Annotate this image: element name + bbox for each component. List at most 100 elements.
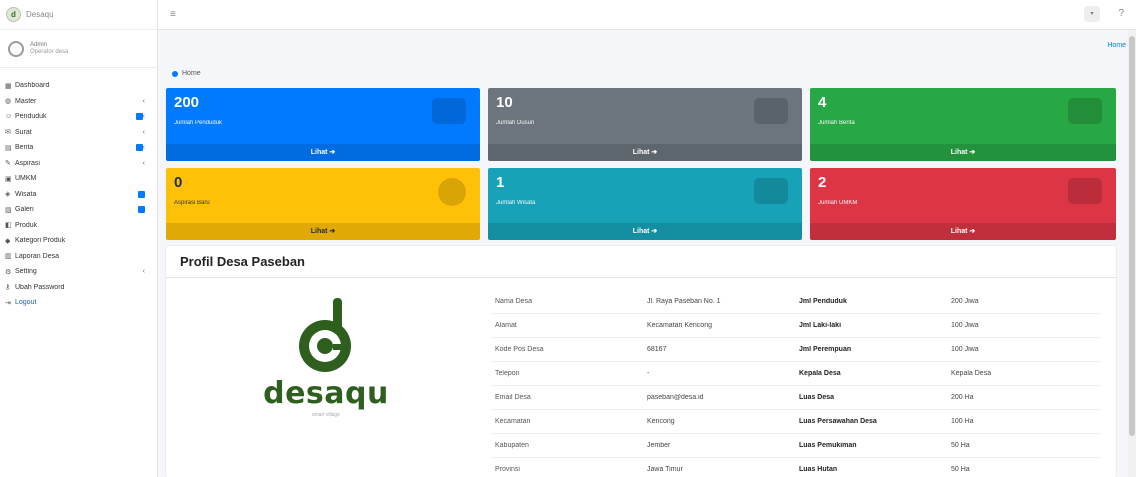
stat-more-label: Lihat xyxy=(632,228,650,235)
brand-logo-icon: d xyxy=(6,7,21,22)
users-icon xyxy=(432,98,466,124)
village-logo: desaqu smart village xyxy=(226,294,426,418)
stat-more-label: Lihat xyxy=(632,149,650,156)
key-icon: ⚷ xyxy=(5,284,11,292)
breadcrumb[interactable]: Home xyxy=(1107,42,1126,49)
stat-box-wisata: 1 Jumlah Wisata Lihat ➔ xyxy=(488,168,802,240)
stat-label: Aspirasi Baru xyxy=(174,200,210,206)
stat-value: 1 xyxy=(496,174,505,191)
info-value: 200 Jiwa xyxy=(951,298,979,305)
page-scrollbar[interactable] xyxy=(1128,30,1136,477)
stat-label: Jumlah UMKM xyxy=(818,200,858,206)
stat-more-link[interactable]: Lihat ➔ xyxy=(166,223,480,240)
topbar: ≡ ▾ ? xyxy=(158,0,1136,30)
alert-icon xyxy=(438,178,466,206)
sidebar-item-galeri[interactable]: ▨ Galeri xyxy=(0,202,157,218)
info-key: Jml Penduduk xyxy=(799,298,847,305)
sidebar-item-label: Setting xyxy=(15,268,37,276)
sidebar-item-laporan-desa[interactable]: ▥ Laporan Desa xyxy=(0,249,157,265)
info-value: 100 Ha xyxy=(951,418,974,425)
chevron-left-icon: ‹ xyxy=(142,113,145,121)
chevron-left-icon: ‹ xyxy=(142,128,145,136)
info-key: Luas Hutan xyxy=(799,466,838,473)
sidebar-item-setting[interactable]: ⚙ Setting ‹ xyxy=(0,264,157,280)
sidebar-item-logout[interactable]: ⇥ Logout xyxy=(0,295,157,311)
stat-more-link[interactable]: Lihat ➔ xyxy=(166,144,480,161)
info-value: 50 Ha xyxy=(951,466,970,473)
info-value: 200 Ha xyxy=(951,394,974,401)
sidebar-item-ubah-password[interactable]: ⚷ Ubah Password xyxy=(0,280,157,296)
stat-more-link[interactable]: Lihat ➔ xyxy=(810,223,1116,240)
user-menu-icon[interactable]: ▾ xyxy=(1084,6,1100,22)
newspaper-icon xyxy=(1068,98,1102,124)
gear-icon: ⚙ xyxy=(5,268,12,276)
tag-icon: ◆ xyxy=(5,237,11,245)
mail-icon: ✉ xyxy=(5,129,11,137)
sidebar-item-wisata[interactable]: ◈ Wisata xyxy=(0,187,157,203)
sidebar-item-master[interactable]: ◍ Master ‹ xyxy=(0,94,157,110)
user-panel[interactable]: Admin Operator desa xyxy=(0,30,157,68)
profile-info-table: Nama Desa Jl. Raya Paseban No. 1 Jml Pendu… xyxy=(491,290,1101,477)
page-title: Home xyxy=(172,70,201,77)
user-name: Admin xyxy=(30,42,48,48)
stat-more-label: Lihat xyxy=(310,149,328,156)
info-value: Kencong xyxy=(647,418,675,425)
map-icon: ◈ xyxy=(5,191,11,199)
info-key: Luas Desa xyxy=(799,394,835,401)
info-value: Kecamatan Kencong xyxy=(647,322,712,329)
stat-more-link[interactable]: Lihat ➔ xyxy=(488,144,802,161)
stat-label: Jumlah Wisata xyxy=(496,200,536,206)
stat-more-label: Lihat xyxy=(310,228,328,235)
new-badge xyxy=(138,190,145,198)
info-key: Luas Pemukiman xyxy=(799,442,857,449)
stat-label: Jumlah Penduduk xyxy=(174,120,223,126)
brand[interactable]: d Desaqu xyxy=(0,0,157,30)
sidebar-item-berita[interactable]: ▤ Berita ‹ xyxy=(0,140,157,156)
sidebar-item-kategori-produk[interactable]: ◆ Kategori Produk xyxy=(0,233,157,249)
hamburger-icon[interactable]: ≡ xyxy=(170,9,176,20)
sidebar-item-label: Logout xyxy=(15,299,37,307)
sidebar-item-produk[interactable]: ◧ Produk xyxy=(0,218,157,234)
info-value: Kepala Desa xyxy=(951,370,992,377)
table-row: Telepon - Kepala Desa Kepala Desa xyxy=(491,362,1101,386)
info-key: Provinsi xyxy=(495,466,520,473)
home-icon xyxy=(172,70,178,77)
new-badge xyxy=(138,206,145,214)
database-icon: ◍ xyxy=(5,98,12,106)
sidebar-item-label: Penduduk xyxy=(15,113,47,121)
sidebar-item-label: Dashboard xyxy=(15,82,50,90)
sidebar-item-umkm[interactable]: ▣ UMKM xyxy=(0,171,157,187)
sidebar-item-penduduk[interactable]: ☺ Penduduk ‹ xyxy=(0,109,157,125)
table-row: Provinsi Jawa Timur Luas Hutan 50 Ha xyxy=(491,458,1101,477)
scrollbar-thumb[interactable] xyxy=(1129,36,1135,436)
info-key: Kepala Desa xyxy=(799,370,841,377)
sidebar-menu: ▦ Dashboard ◍ Master ‹ ☺ Penduduk ‹ ✉ Surat ‹ ▤ Beri… xyxy=(0,68,157,311)
logo-text: desaqu xyxy=(263,376,389,411)
sidebar-item-label: Berita xyxy=(15,144,34,152)
stat-box-penduduk: 200 Jumlah Penduduk Lihat ➔ xyxy=(166,88,480,161)
info-value: 50 Ha xyxy=(951,442,970,449)
sidebar-item-aspirasi[interactable]: ✎ Aspirasi ‹ xyxy=(0,156,157,172)
stat-more-link[interactable]: Lihat ➔ xyxy=(488,223,802,240)
stat-more-label: Lihat xyxy=(950,228,968,235)
info-key: Luas Persawahan Desa xyxy=(799,418,877,425)
sidebar-item-label: Ubah Password xyxy=(15,283,65,291)
table-row: Email Desa paseban@desa.id Luas Desa 200 Ha xyxy=(491,386,1101,410)
chevron-left-icon: ‹ xyxy=(142,97,145,105)
help-icon[interactable]: ? xyxy=(1118,8,1124,19)
sidebar-item-dashboard[interactable]: ▦ Dashboard xyxy=(0,78,157,94)
stat-label: Jumlah Dusun xyxy=(496,120,535,126)
new-badge xyxy=(135,144,143,152)
info-key: Jml Laki-laki xyxy=(799,322,842,329)
table-row: Alamat Kecamatan Kencong Jml Laki-laki 100 … xyxy=(491,314,1101,338)
info-key: Nama Desa xyxy=(495,298,532,305)
user-subtitle: Operator desa xyxy=(30,49,69,55)
stat-more-link[interactable]: Lihat ➔ xyxy=(810,144,1116,161)
stat-box-aspirasi: 0 Aspirasi Baru Lihat ➔ xyxy=(166,168,480,240)
logout-icon: ⇥ xyxy=(5,299,11,307)
info-key: Kecamatan xyxy=(495,418,531,425)
sidebar-item-surat[interactable]: ✉ Surat ‹ xyxy=(0,125,157,141)
sidebar-item-label: UMKM xyxy=(15,175,37,183)
file-icon: ▥ xyxy=(5,253,12,261)
brand-title: Desaqu xyxy=(26,10,54,19)
